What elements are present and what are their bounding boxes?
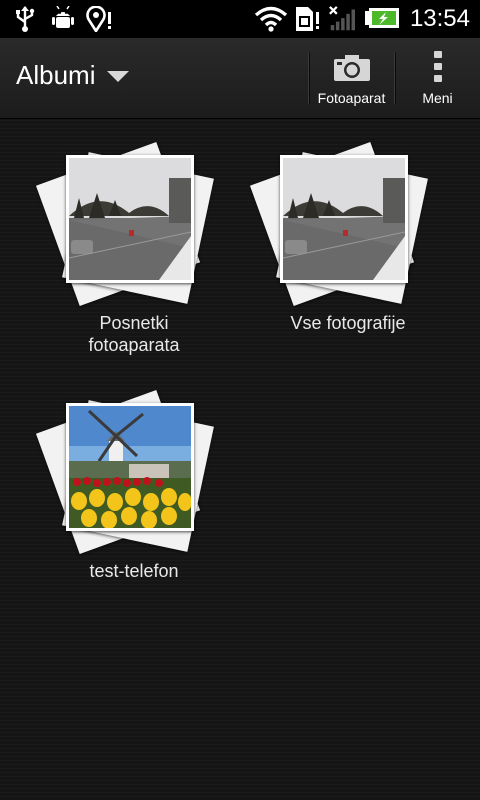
signal-icon (329, 6, 355, 31)
menu-button-label: Meni (422, 90, 453, 106)
album-thumbnail-stack (34, 389, 234, 560)
battery-charging-icon (365, 8, 399, 28)
album-view-dropdown[interactable]: Albumi (16, 60, 130, 91)
location-icon (86, 6, 111, 32)
album-item[interactable]: Posnetki fotoaparata (34, 141, 234, 372)
album-item[interactable]: test-telefon (34, 389, 234, 600)
overflow-menu-icon (433, 51, 442, 82)
album-thumbnail-stack (248, 141, 448, 312)
android-debug-icon (52, 6, 74, 28)
album-label: test-telefon (89, 561, 179, 581)
menu-button[interactable]: Meni (395, 38, 480, 118)
camera-icon (333, 55, 370, 81)
sim-icon (296, 7, 319, 31)
album-thumbnail (280, 155, 408, 283)
camera-button[interactable]: Fotoaparat (309, 38, 394, 118)
camera-button-label: Fotoaparat (317, 90, 386, 106)
album-thumbnail (66, 155, 194, 283)
album-label: Vse fotografije (290, 313, 406, 333)
chevron-down-icon (107, 71, 130, 82)
wifi-icon (254, 6, 288, 32)
album-thumbnail-stack (34, 141, 234, 312)
usb-icon (16, 6, 35, 32)
page-title: Albumi (16, 60, 96, 90)
album-label: Posnetki fotoaparata (88, 313, 180, 355)
album-thumbnail (66, 403, 194, 531)
action-bar: Albumi Fotoaparat Meni (0, 38, 480, 119)
status-bar: 13:54 (0, 0, 480, 38)
album-item[interactable]: Vse fotografije (248, 141, 448, 352)
clock: 13:54 (409, 5, 470, 32)
